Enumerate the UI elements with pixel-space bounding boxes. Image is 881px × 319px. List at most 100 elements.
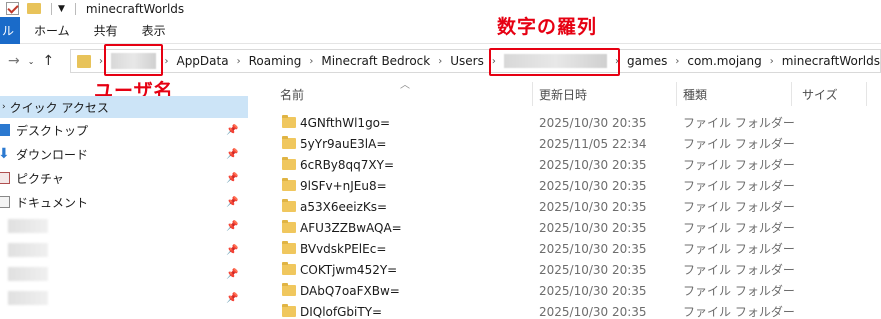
chevron-right-icon[interactable]: ›: [237, 56, 241, 67]
file-type: ファイル フォルダー: [683, 221, 795, 235]
quick-access-header[interactable]: › クイック アクセス: [0, 96, 248, 118]
chevron-right-icon[interactable]: ›: [2, 102, 6, 112]
file-name: DAbQ7oaFXBw=: [300, 283, 400, 298]
sidebar-item-label: デスクトップ: [16, 123, 89, 138]
navigation-pane: › クイック アクセス デスクトップ 📌 ⬇ ダウンロード 📌 ピクチャ 📌 ド…: [0, 96, 248, 319]
chevron-right-icon[interactable]: ›: [438, 56, 442, 67]
file-type: ファイル フォルダー: [683, 179, 795, 193]
folder-icon: [282, 262, 296, 275]
folder-icon: [282, 115, 296, 128]
chevron-right-icon[interactable]: ›: [99, 56, 103, 67]
column-header-name[interactable]: 名前: [280, 86, 304, 103]
folder-icon: [282, 283, 296, 296]
tab-view[interactable]: 表示: [142, 22, 166, 39]
sidebar-item-documents[interactable]: ドキュメント 📌: [0, 190, 248, 214]
breadcrumb-minecraft-worlds[interactable]: minecraftWorlds: [782, 54, 880, 68]
file-date: 2025/10/30 20:35: [539, 220, 647, 235]
file-row[interactable]: DIQlofGbiTY= 2025/10/30 20:35 ファイル フォルダー: [270, 301, 881, 319]
file-name: BVvdskPElEc=: [300, 241, 387, 256]
column-divider[interactable]: [791, 82, 792, 106]
file-type: ファイル フォルダー: [683, 158, 795, 172]
file-row[interactable]: a53X6eeizKs= 2025/10/30 20:35 ファイル フォルダー: [270, 196, 881, 217]
file-date: 2025/10/30 20:35: [539, 199, 647, 214]
sidebar-item-pictures[interactable]: ピクチャ 📌: [0, 166, 248, 190]
file-row[interactable]: 9lSFv+nJEu8= 2025/10/30 20:35 ファイル フォルダー: [270, 175, 881, 196]
pin-icon[interactable]: 📌: [226, 125, 238, 136]
breadcrumb-com-mojang[interactable]: com.mojang: [687, 54, 761, 68]
pin-icon[interactable]: 📌: [226, 293, 238, 304]
recent-locations-chevron-icon[interactable]: ⌄: [28, 57, 35, 66]
column-header-type[interactable]: 種類: [683, 86, 707, 103]
file-name: AFU3ZZBwAQA=: [300, 220, 402, 235]
file-type: ファイル フォルダー: [683, 200, 795, 214]
folder-icon[interactable]: [27, 3, 41, 14]
pin-icon[interactable]: 📌: [226, 197, 238, 208]
chevron-right-icon[interactable]: ›: [164, 56, 168, 67]
file-row[interactable]: 5yYr9auE3lA= 2025/11/05 22:34 ファイル フォルダー: [270, 133, 881, 154]
file-date: 2025/10/30 20:35: [539, 115, 647, 130]
pin-icon[interactable]: 📌: [226, 149, 238, 160]
pin-icon[interactable]: 📌: [226, 245, 238, 256]
tab-file[interactable]: ル: [0, 16, 20, 44]
pin-icon[interactable]: 📌: [226, 221, 238, 232]
pictures-icon: [0, 172, 10, 184]
folder-icon: [77, 54, 91, 68]
chevron-right-icon[interactable]: ›: [309, 56, 313, 67]
sidebar-item-redacted[interactable]: 📌: [0, 262, 248, 286]
sidebar-item-downloads[interactable]: ⬇ ダウンロード 📌: [0, 142, 248, 166]
breadcrumb-games[interactable]: games: [627, 54, 667, 68]
file-row[interactable]: BVvdskPElEc= 2025/10/30 20:35 ファイル フォルダー: [270, 238, 881, 259]
column-header-date[interactable]: 更新日時: [539, 86, 587, 103]
file-date: 2025/10/30 20:35: [539, 157, 647, 172]
pin-icon[interactable]: 📌: [226, 173, 238, 184]
column-header-size[interactable]: サイズ: [802, 86, 838, 103]
column-divider[interactable]: [532, 82, 533, 106]
tab-home[interactable]: ホーム: [34, 22, 70, 39]
redacted-item: [8, 243, 48, 257]
file-list: 4GNfthWl1go= 2025/10/30 20:35 ファイル フォルダー 5…: [270, 112, 881, 319]
chevron-right-icon[interactable]: ›: [770, 56, 774, 67]
sidebar-item-label: ドキュメント: [16, 195, 89, 210]
divider: [51, 2, 52, 15]
folder-icon: [282, 157, 296, 170]
sidebar-item-redacted[interactable]: 📌: [0, 286, 248, 310]
properties-check-icon[interactable]: [6, 2, 19, 15]
tab-share[interactable]: 共有: [94, 22, 118, 39]
window-title: minecraftWorlds: [85, 1, 185, 16]
quick-access-dropdown-icon[interactable]: ▼: [58, 4, 65, 14]
file-name: COKTjwm452Y=: [300, 262, 398, 277]
file-row[interactable]: COKTjwm452Y= 2025/10/30 20:35 ファイル フォルダー: [270, 259, 881, 280]
breadcrumb-minecraft-bedrock[interactable]: Minecraft Bedrock: [321, 54, 430, 68]
file-type: ファイル フォルダー: [683, 137, 795, 151]
address-bar[interactable]: › › AppData › Roaming › Minecraft Bedroc…: [70, 49, 881, 73]
file-row[interactable]: AFU3ZZBwAQA= 2025/10/30 20:35 ファイル フォルダー: [270, 217, 881, 238]
sidebar-item-redacted[interactable]: 📌: [0, 238, 248, 262]
file-row[interactable]: 6cRBy8qq7XY= 2025/10/30 20:35 ファイル フォルダー: [270, 154, 881, 175]
numbers-annotation: 数字の羅列: [497, 16, 598, 38]
file-row[interactable]: 4GNfthWl1go= 2025/10/30 20:35 ファイル フォルダー: [270, 112, 881, 133]
breadcrumb-users[interactable]: Users: [450, 54, 484, 68]
breadcrumb-roaming[interactable]: Roaming: [249, 54, 302, 68]
redacted-item: [8, 267, 48, 281]
breadcrumb-appdata[interactable]: AppData: [176, 54, 228, 68]
file-row[interactable]: DAbQ7oaFXBw= 2025/10/30 20:35 ファイル フォルダー: [270, 280, 881, 301]
up-arrow-icon[interactable]: ↑: [42, 53, 54, 69]
sidebar-item-desktop[interactable]: デスクトップ 📌: [0, 118, 248, 142]
file-date: 2025/10/30 20:35: [539, 304, 647, 319]
column-divider[interactable]: [866, 82, 867, 106]
file-type: ファイル フォルダー: [683, 284, 795, 298]
back-arrow-icon[interactable]: →: [8, 53, 20, 69]
file-date: 2025/10/30 20:35: [539, 283, 647, 298]
pin-icon[interactable]: 📌: [226, 269, 238, 280]
column-divider[interactable]: [676, 82, 677, 106]
file-name: 4GNfthWl1go=: [300, 115, 391, 130]
folder-icon: [282, 220, 296, 233]
folder-icon: [282, 199, 296, 212]
file-date: 2025/10/30 20:35: [539, 178, 647, 193]
file-type: ファイル フォルダー: [683, 242, 795, 256]
chevron-right-icon[interactable]: ›: [675, 56, 679, 67]
folder-icon: [282, 178, 296, 191]
sidebar-item-redacted[interactable]: 📌: [0, 214, 248, 238]
redacted-item: [8, 219, 48, 233]
file-date: 2025/10/30 20:35: [539, 241, 647, 256]
